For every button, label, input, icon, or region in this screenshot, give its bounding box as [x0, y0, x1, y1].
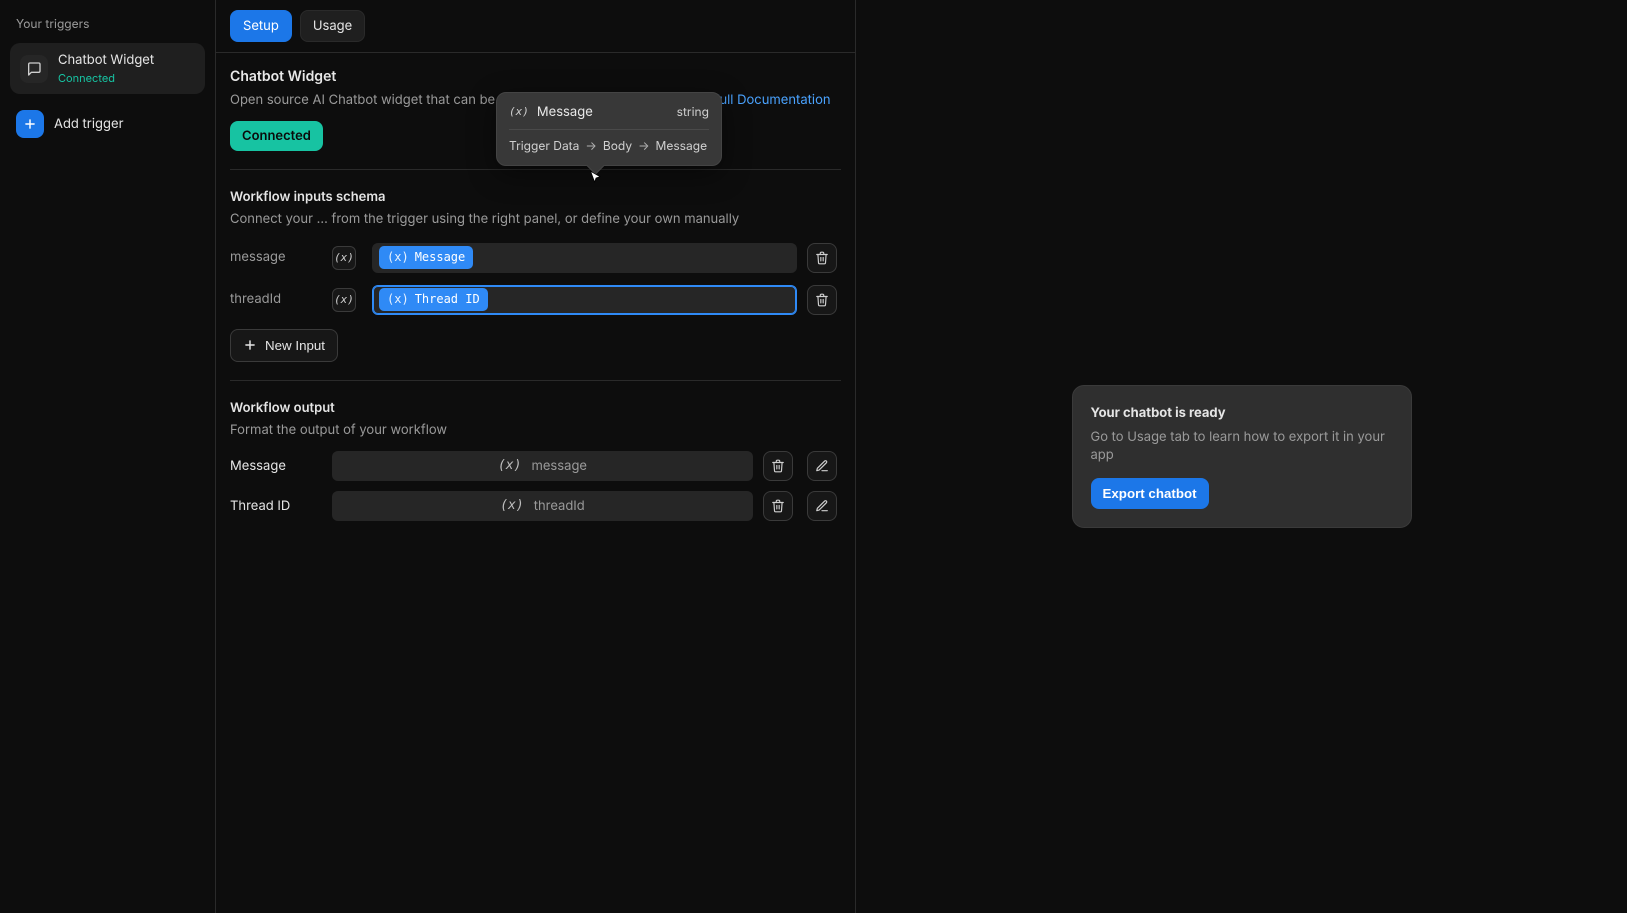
- pill-label: Thread ID: [415, 291, 480, 308]
- ready-card: Your chatbot is ready Go to Usage tab to…: [1072, 385, 1412, 529]
- chat-icon: [20, 55, 48, 83]
- input-name: threadId: [230, 290, 322, 308]
- output-row-threadid: Thread ID (x) threadId: [230, 491, 841, 521]
- sidebar: Your triggers Chatbot Widget Connected A…: [0, 0, 216, 913]
- outputs-title: Workflow output: [230, 399, 841, 417]
- input-row-message: message (x) (x) Message: [230, 243, 841, 273]
- sidebar-item-label: Chatbot Widget: [58, 51, 154, 69]
- connected-badge[interactable]: Connected: [230, 121, 323, 151]
- main: Setup Usage Chatbot Widget Open source A…: [216, 0, 1627, 913]
- popover-title: Message: [537, 103, 593, 121]
- output-value: threadId: [534, 497, 585, 515]
- output-value: message: [531, 457, 587, 475]
- doc-link[interactable]: Full Documentation: [712, 92, 830, 108]
- output-name: Thread ID: [230, 497, 322, 515]
- popover-path: Trigger Data → Body → Message: [509, 138, 709, 155]
- breadcrumb-item: Body: [603, 138, 632, 155]
- divider: [230, 380, 841, 381]
- add-trigger-label: Add trigger: [54, 115, 123, 133]
- variable-popover[interactable]: (x) Message string Trigger Data → Body →…: [496, 92, 722, 166]
- arrow-icon: →: [585, 138, 596, 155]
- value-pill[interactable]: (x) Message: [379, 246, 473, 269]
- delete-input-button[interactable]: [807, 243, 837, 273]
- app-root: Your triggers Chatbot Widget Connected A…: [0, 0, 1627, 913]
- sidebar-item-chatbot-widget[interactable]: Chatbot Widget Connected: [10, 43, 205, 95]
- value-pill[interactable]: (x) Thread ID: [379, 288, 488, 311]
- delete-output-button[interactable]: [763, 451, 793, 481]
- tab-setup[interactable]: Setup: [230, 10, 292, 42]
- pill-label: Message: [415, 249, 466, 266]
- inputs-schema: Workflow inputs schema Connect your … fr…: [230, 188, 841, 361]
- tab-usage[interactable]: Usage: [300, 10, 365, 42]
- variable-icon[interactable]: (x): [332, 288, 356, 312]
- output-value-field[interactable]: (x) message: [332, 451, 753, 481]
- delete-output-button[interactable]: [763, 491, 793, 521]
- center-panel: Setup Usage Chatbot Widget Open source A…: [216, 0, 856, 913]
- new-input-button[interactable]: New Input: [230, 329, 338, 362]
- tabs: Setup Usage: [216, 0, 855, 52]
- edit-output-button[interactable]: [807, 491, 837, 521]
- add-trigger-button[interactable]: Add trigger: [10, 104, 205, 144]
- input-value-field[interactable]: (x) Message: [372, 243, 797, 273]
- output-value-field[interactable]: (x) threadId: [332, 491, 753, 521]
- page-title: Chatbot Widget: [230, 67, 841, 87]
- divider: [230, 169, 841, 170]
- pill-prefix: (x): [387, 249, 409, 266]
- plus-icon: [16, 110, 44, 138]
- variable-icon: (x): [509, 104, 529, 119]
- right-panel: Your chatbot is ready Go to Usage tab to…: [856, 0, 1627, 913]
- input-rows: message (x) (x) Message: [230, 243, 841, 315]
- export-chatbot-button[interactable]: Export chatbot: [1091, 478, 1209, 509]
- inputs-schema-title: Workflow inputs schema: [230, 188, 841, 206]
- variable-icon: (x): [498, 457, 521, 475]
- arrow-icon: →: [638, 138, 649, 155]
- input-row-threadid: threadId (x) (x) Thread ID: [230, 285, 841, 315]
- output-name: Message: [230, 457, 322, 475]
- popover-type: string: [677, 104, 709, 121]
- popover-divider: [509, 129, 709, 130]
- input-value-field[interactable]: (x) Thread ID: [372, 285, 797, 315]
- popover-left: (x) Message: [509, 103, 593, 121]
- card-title: Your chatbot is ready: [1091, 404, 1393, 422]
- outputs-subtitle: Format the output of your workflow: [230, 421, 841, 439]
- breadcrumb-item: Message: [656, 138, 708, 155]
- connected-label: Connected: [242, 127, 311, 145]
- card-desc: Go to Usage tab to learn how to export i…: [1091, 428, 1393, 464]
- inputs-schema-subtitle: Connect your … from the trigger using th…: [230, 210, 841, 228]
- sidebar-item-status: Connected: [58, 71, 154, 86]
- sidebar-title: Your triggers: [10, 12, 205, 43]
- edit-output-button[interactable]: [807, 451, 837, 481]
- delete-input-button[interactable]: [807, 285, 837, 315]
- input-name: message: [230, 248, 322, 266]
- variable-icon[interactable]: (x): [332, 246, 356, 270]
- new-input-label: New Input: [265, 338, 325, 353]
- variable-icon: (x): [500, 497, 523, 515]
- pill-prefix: (x): [387, 291, 409, 308]
- output-rows: Message (x) message: [230, 451, 841, 521]
- popover-header: (x) Message string: [509, 103, 709, 121]
- sidebar-item-meta: Chatbot Widget Connected: [58, 51, 154, 87]
- breadcrumb-item: Trigger Data: [509, 138, 579, 155]
- output-row-message: Message (x) message: [230, 451, 841, 481]
- outputs-section: Workflow output Format the output of you…: [230, 399, 841, 521]
